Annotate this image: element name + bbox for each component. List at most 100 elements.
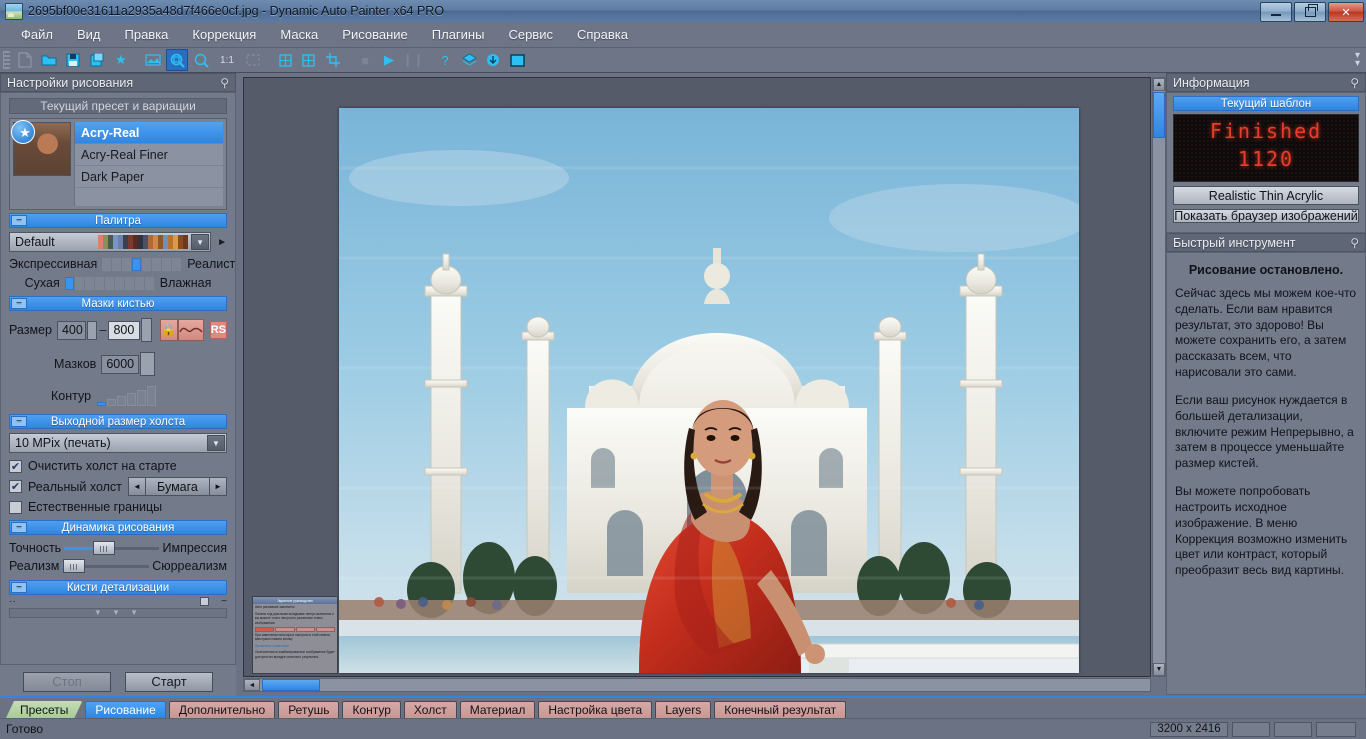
scroll-down-icon[interactable]: ▼ <box>1153 663 1165 676</box>
wave-curve-icon[interactable] <box>177 319 204 341</box>
menu-item-help[interactable]: Справка <box>566 24 639 45</box>
image-adjust-icon[interactable] <box>142 49 164 71</box>
layout-right-icon[interactable] <box>298 49 320 71</box>
canvas-icon[interactable] <box>506 49 528 71</box>
tab-retush[interactable]: Ретушь <box>278 701 340 718</box>
brush-size-max-spinner[interactable] <box>140 318 152 342</box>
canvas-size-select[interactable]: 10 MPix (печать) ▼ <box>9 433 227 453</box>
material-prev-button[interactable]: ◄ <box>127 477 146 496</box>
menu-item-painting[interactable]: Рисование <box>331 24 418 45</box>
menu-item-service[interactable]: Сервис <box>497 24 564 45</box>
lock-icon[interactable]: 🔒 <box>159 319 178 341</box>
minimize-button[interactable] <box>1260 2 1292 22</box>
dry-wet-slider[interactable] <box>64 276 155 290</box>
help-icon[interactable]: ? <box>434 49 456 71</box>
collapse-icon[interactable]: − <box>11 582 27 593</box>
tab-nastroyka-tsveta[interactable]: Настройка цвета <box>538 701 653 718</box>
template-name-button[interactable]: Realistic Thin Acrylic <box>1173 186 1359 205</box>
material-next-button[interactable]: ► <box>209 477 227 496</box>
save-icon[interactable] <box>62 49 84 71</box>
rs-button[interactable]: RS <box>209 321 228 339</box>
collapse-icon[interactable]: − <box>11 215 27 226</box>
menu-item-correction[interactable]: Коррекция <box>181 24 267 45</box>
layout-left-icon[interactable] <box>274 49 296 71</box>
panel-scroll-hint[interactable]: ▼ ▼ ▼ <box>9 608 227 618</box>
preset-item-acry-real-finer[interactable]: Acry-Real Finer <box>75 144 223 166</box>
palette-select[interactable]: Default ▼ <box>9 232 212 252</box>
tab-dopolnitelno[interactable]: Дополнительно <box>168 701 276 718</box>
start-button[interactable]: Старт <box>125 671 213 692</box>
preset-item-acry-real[interactable]: Acry-Real <box>75 122 223 144</box>
stop-icon[interactable]: ■ <box>354 49 376 71</box>
detail-brushes-section-header[interactable]: − Кисти детализации <box>9 580 227 595</box>
play-icon[interactable]: ▶ <box>378 49 400 71</box>
zoom-out-icon[interactable] <box>190 49 212 71</box>
onscreen-guide-popup[interactable]: Экранное руководство Авто рисование зако… <box>252 596 338 674</box>
menu-item-mask[interactable]: Маска <box>269 24 329 45</box>
strokes-count-input[interactable]: 6000 <box>101 354 140 374</box>
painted-artwork[interactable] <box>339 108 1079 673</box>
image-browser-button[interactable]: Показать браузер изображений <box>1173 209 1359 223</box>
palette-expand-icon[interactable]: ► <box>217 237 227 248</box>
contour-level-selector[interactable] <box>97 386 157 406</box>
restore-button[interactable] <box>1294 2 1326 22</box>
layers-icon[interactable] <box>458 49 480 71</box>
save-as-icon[interactable] <box>86 49 108 71</box>
chevron-down-icon[interactable]: ▼ <box>207 435 225 451</box>
dynamics-section-header[interactable]: − Динамика рисования <box>9 520 227 535</box>
preset-thumbnail[interactable]: ★ <box>11 120 71 176</box>
palette-section-header[interactable]: − Палитра <box>9 213 227 228</box>
precision-impression-slider[interactable] <box>64 541 160 555</box>
expressive-realistic-slider[interactable] <box>102 257 182 271</box>
toolbar-grip[interactable] <box>3 51 10 69</box>
vertical-scroll-thumb[interactable] <box>1153 92 1165 138</box>
strokes-count-spinner[interactable] <box>140 352 156 376</box>
horizontal-scroll-thumb[interactable] <box>262 679 320 691</box>
pin-icon[interactable]: ⚲ <box>1350 236 1359 250</box>
menu-item-view[interactable]: Вид <box>66 24 112 45</box>
zoom-fit-icon[interactable] <box>166 49 188 71</box>
pin-icon[interactable]: ⚲ <box>1350 76 1359 90</box>
close-button[interactable]: ✕ <box>1328 2 1364 22</box>
pause-icon[interactable]: ❙❙ <box>402 49 424 71</box>
download-icon[interactable] <box>482 49 504 71</box>
selection-icon[interactable] <box>242 49 264 71</box>
brush-strokes-section-header[interactable]: − Мазки кистью <box>9 296 227 311</box>
collapse-icon[interactable]: − <box>11 522 27 533</box>
brush-size-min-input[interactable]: 400 <box>56 320 86 340</box>
new-document-icon[interactable] <box>14 49 36 71</box>
chevron-down-icon[interactable]: ▼ <box>191 234 210 250</box>
menu-item-edit[interactable]: Правка <box>114 24 180 45</box>
tab-konechnyy-rezultat[interactable]: Конечный результат <box>714 701 847 718</box>
pin-icon[interactable]: ⚲ <box>220 76 229 90</box>
tab-material[interactable]: Материал <box>459 701 536 718</box>
tab-kholst[interactable]: Холст <box>403 701 457 718</box>
detail-brush-checkbox[interactable] <box>200 596 210 606</box>
tab-risovanie[interactable]: Рисование <box>85 701 166 718</box>
canvas-horizontal-scrollbar[interactable]: ◄ <box>243 678 1151 692</box>
preset-item-dark-paper[interactable]: Dark Paper <box>75 166 223 188</box>
detail-brush-collapse-icon[interactable]: − <box>221 596 227 606</box>
collapse-icon[interactable]: − <box>11 298 27 309</box>
brush-size-max-input[interactable]: 800 <box>108 320 140 340</box>
menu-item-plugins[interactable]: Плагины <box>421 24 496 45</box>
natural-borders-checkbox[interactable] <box>9 500 22 514</box>
scroll-left-icon[interactable]: ◄ <box>244 679 260 691</box>
open-folder-icon[interactable] <box>38 49 60 71</box>
tab-layers[interactable]: Layers <box>655 701 712 718</box>
crop-icon[interactable] <box>322 49 344 71</box>
toolbar-overflow-icon[interactable]: ▾ ▾ <box>1355 51 1360 69</box>
tab-kontur[interactable]: Контур <box>342 701 401 718</box>
canvas-viewport[interactable] <box>243 77 1151 677</box>
tab-presety[interactable]: Пресеты <box>6 701 82 718</box>
clear-canvas-checkbox[interactable]: ✔ <box>9 459 22 473</box>
brush-size-min-spinner[interactable] <box>86 320 98 340</box>
favorite-star-icon[interactable]: ★ <box>110 49 132 71</box>
stop-button[interactable]: Стоп <box>23 671 111 692</box>
collapse-icon[interactable]: − <box>11 416 27 427</box>
canvas-size-section-header[interactable]: − Выходной размер холста <box>9 414 227 429</box>
realism-surrealism-slider[interactable] <box>62 559 150 573</box>
guide-apply-link[interactable]: Применить к живописи <box>253 643 337 650</box>
real-canvas-checkbox[interactable]: ✔ <box>9 480 22 493</box>
canvas-vertical-scrollbar[interactable]: ▲ ▼ <box>1152 77 1166 677</box>
